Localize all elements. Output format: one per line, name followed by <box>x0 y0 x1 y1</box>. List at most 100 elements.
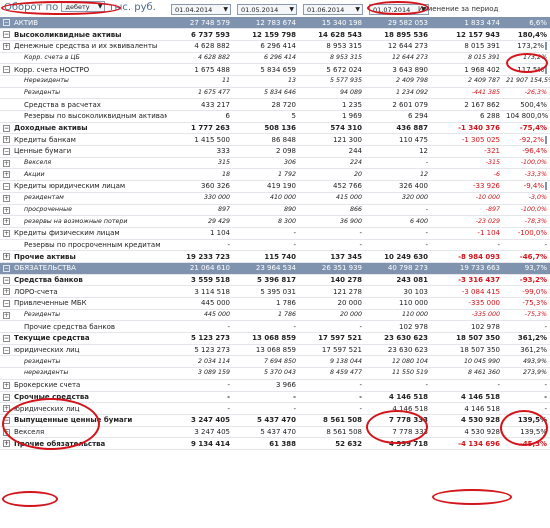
date-select-1[interactable]: 01.04.2014 ▼ <box>171 4 231 15</box>
change-abs-cell: - <box>431 239 503 252</box>
table-row[interactable]: − Текущие средства 5 123 273 13 068 859 17 5… <box>0 332 550 345</box>
table-row[interactable]: − Доходные активы 1 777 263 508 136 574 310 4… <box>0 122 550 135</box>
table-row[interactable]: Корр. счета в ЦБ 4 628 882 6 296 414 8 953 … <box>0 52 550 65</box>
expand-icon[interactable]: + <box>3 194 10 202</box>
table-row[interactable]: + Брокерские счета -3 966- - - - <box>0 379 550 392</box>
value-cell: - <box>233 227 299 240</box>
value-cell: 12 <box>365 145 431 158</box>
value-cell: 326 400 <box>365 180 431 193</box>
change-abs-cell: 8 461 360 <box>431 367 503 380</box>
collapse-icon[interactable]: − <box>3 300 10 307</box>
value-cell: - <box>365 379 431 392</box>
table-row[interactable]: Нерезиденты 11 13 5 577 935 2 409 798 2 409 7… <box>0 75 550 88</box>
row-label-cell: + Векселя <box>0 426 167 439</box>
table-row[interactable]: − АКТИВ 27 748 579 12 783 674 15 340 198 29 5… <box>0 17 550 30</box>
change-abs-cell: -3 084 415 <box>431 285 503 298</box>
table-row[interactable]: + Кредиты физическим лицам 1 104- - - -1 104-… <box>0 227 550 240</box>
collapse-icon[interactable]: − <box>3 416 10 424</box>
expand-icon[interactable]: + <box>3 171 10 179</box>
table-row[interactable]: + Резиденты 445 000 1 786 20 000 110 000 -335 … <box>0 309 550 322</box>
expand-icon[interactable]: + <box>3 159 10 167</box>
collapse-icon[interactable]: − <box>3 31 10 39</box>
date-select-2[interactable]: 01.05.2014 ▼ <box>237 4 297 15</box>
value-cell: 102 978 <box>365 320 431 334</box>
table-row[interactable]: − Выпущенные ценные бумаги 3 247 405 5 437 … <box>0 414 550 427</box>
table-row[interactable]: резиденты 2 034 114 7 694 850 9 138 044 12 0… <box>0 355 550 369</box>
value-cell: 306 <box>233 157 299 170</box>
collapse-icon[interactable]: − <box>3 346 10 354</box>
row-label: Кредиты физическим лицам <box>14 229 120 238</box>
expand-icon[interactable]: + <box>3 253 10 261</box>
table-row[interactable]: + Векселя 3 247 405 5 437 470 8 561 508 7 778… <box>0 426 550 439</box>
value-cell: 110 475 <box>365 133 431 147</box>
expand-icon[interactable]: + <box>3 42 10 50</box>
collapse-icon[interactable]: − <box>3 183 10 191</box>
table-row[interactable]: − Ценные бумаги 333 2 098 244 12 -321 -96,4% <box>0 145 550 158</box>
table-row[interactable]: + Прочие активы 19 233 723 115 740 137 345 10… <box>0 250 550 263</box>
collapse-icon[interactable]: − <box>3 66 10 74</box>
table-row[interactable]: + резервы на возможные потери 29 429 8 300 3… <box>0 215 550 228</box>
table-row[interactable]: + Прочие обязательства 9 134 414 61 388 52 6… <box>0 437 550 450</box>
table-row[interactable]: + Денежные средства и их эквиваленты 4 628… <box>0 40 550 53</box>
change-abs-cell: 8 015 391 <box>431 52 503 65</box>
value-cell: 11 <box>167 75 233 88</box>
table-row[interactable]: + Векселя 315 306 224- -315 -100,0% <box>0 157 550 170</box>
expand-icon[interactable]: + <box>3 206 10 214</box>
expand-icon[interactable]: + <box>3 405 10 413</box>
change-abs-cell: -897 <box>431 204 503 217</box>
expand-icon[interactable]: + <box>3 288 10 296</box>
table-row[interactable]: − Срочные средства - - -4 146 518 4 146 518- <box>0 391 550 404</box>
table-row[interactable]: + резидентам 330 000 410 000 415 000 320 000-… <box>0 192 550 205</box>
change-abs-cell: 18 507 350 <box>431 332 503 345</box>
change-pct-cell: -75,3% <box>503 297 550 310</box>
date-select-3[interactable]: 01.06.2014 ▼ <box>303 4 363 15</box>
row-label: Прочие активы <box>14 252 76 261</box>
table-row[interactable]: Резиденты 1 675 477 5 834 646 94 089 1 234 0… <box>0 87 550 100</box>
table-row[interactable]: + ЛОРО-счета 3 114 518 5 395 031 121 278 30 1… <box>0 285 550 298</box>
change-abs-cell: -23 029 <box>431 215 503 228</box>
collapse-icon[interactable]: − <box>3 19 10 26</box>
table-row[interactable]: − юридических лиц 5 123 273 13 068 859 17 59… <box>0 344 550 357</box>
expand-icon[interactable]: + <box>3 381 10 389</box>
expand-icon[interactable]: + <box>3 428 10 436</box>
measure-select[interactable]: дебету ▼ <box>61 1 106 12</box>
collapse-icon[interactable]: − <box>3 393 10 401</box>
expand-icon[interactable]: + <box>3 136 10 144</box>
change-pct-cell: -75,3% <box>503 309 550 322</box>
table-row[interactable]: − Кредиты юридическим лицам 360 326 419 190… <box>0 180 550 193</box>
collapse-icon[interactable]: − <box>3 124 10 132</box>
table-row[interactable]: + Кредиты банкам 1 415 500 86 848 121 300 110… <box>0 133 550 147</box>
value-cell: 12 644 273 <box>365 40 431 53</box>
expand-icon[interactable]: + <box>3 218 10 226</box>
expand-icon[interactable]: + <box>3 440 10 448</box>
table-row[interactable]: Прочие средства банков - - -102 978 102 978- <box>0 320 550 334</box>
value-cell: - <box>365 204 431 217</box>
row-label-cell: Прочие средства банков <box>0 320 167 334</box>
change-abs-cell: 4 146 518 <box>431 391 503 404</box>
row-label: Векселя <box>14 427 45 436</box>
table-row[interactable]: − Средства банков 3 559 518 5 396 817 140 27… <box>0 274 550 287</box>
table-row[interactable]: Средства в расчетах 433 217 28 720 1 235 2 6… <box>0 98 550 111</box>
table-row[interactable]: − Привлеченные МБК 445 000 1 786 20 000 110 0… <box>0 297 550 310</box>
change-pct-cell: -78,3% <box>503 215 550 228</box>
value-cell: 6 296 414 <box>233 52 299 65</box>
change-pct-cell: - <box>503 320 550 334</box>
collapse-icon[interactable]: − <box>3 264 10 272</box>
expand-icon[interactable]: + <box>3 229 10 237</box>
table-row[interactable]: Резервы по высоколиквидным активам 6 5 1 96… <box>0 110 550 123</box>
collapse-icon[interactable]: − <box>3 335 10 343</box>
collapse-icon[interactable]: − <box>3 148 10 156</box>
table-row[interactable]: нерезиденты 3 089 159 5 370 043 8 459 477 11… <box>0 367 550 380</box>
expand-icon[interactable]: + <box>3 311 10 319</box>
table-row[interactable]: + Акции 18 1 792 20 12 -6 -33,3% <box>0 168 550 182</box>
table-row[interactable]: − ОБЯЗАТЕЛЬСТВА 21 064 610 23 964 534 26 351… <box>0 262 550 275</box>
row-label-cell: − Привлеченные МБК <box>0 297 167 310</box>
table-row[interactable]: − Корр. счета НОСТРО 1 675 488 5 834 659 5 6… <box>0 63 550 76</box>
table-row[interactable]: Резервы по просроченным кредитам - - - - - - <box>0 239 550 252</box>
value-cell: 10 249 630 <box>365 250 431 263</box>
table-row[interactable]: + юридических лиц - - -4 146 518 4 146 518- <box>0 402 550 415</box>
value-cell: 23 964 534 <box>233 262 299 275</box>
table-row[interactable]: − Высоколиквидные активы 6 737 593 12 159 7… <box>0 28 550 41</box>
collapse-icon[interactable]: − <box>3 276 10 284</box>
table-row[interactable]: + просроченные 897 890 866- -897 -100,0% <box>0 204 550 217</box>
